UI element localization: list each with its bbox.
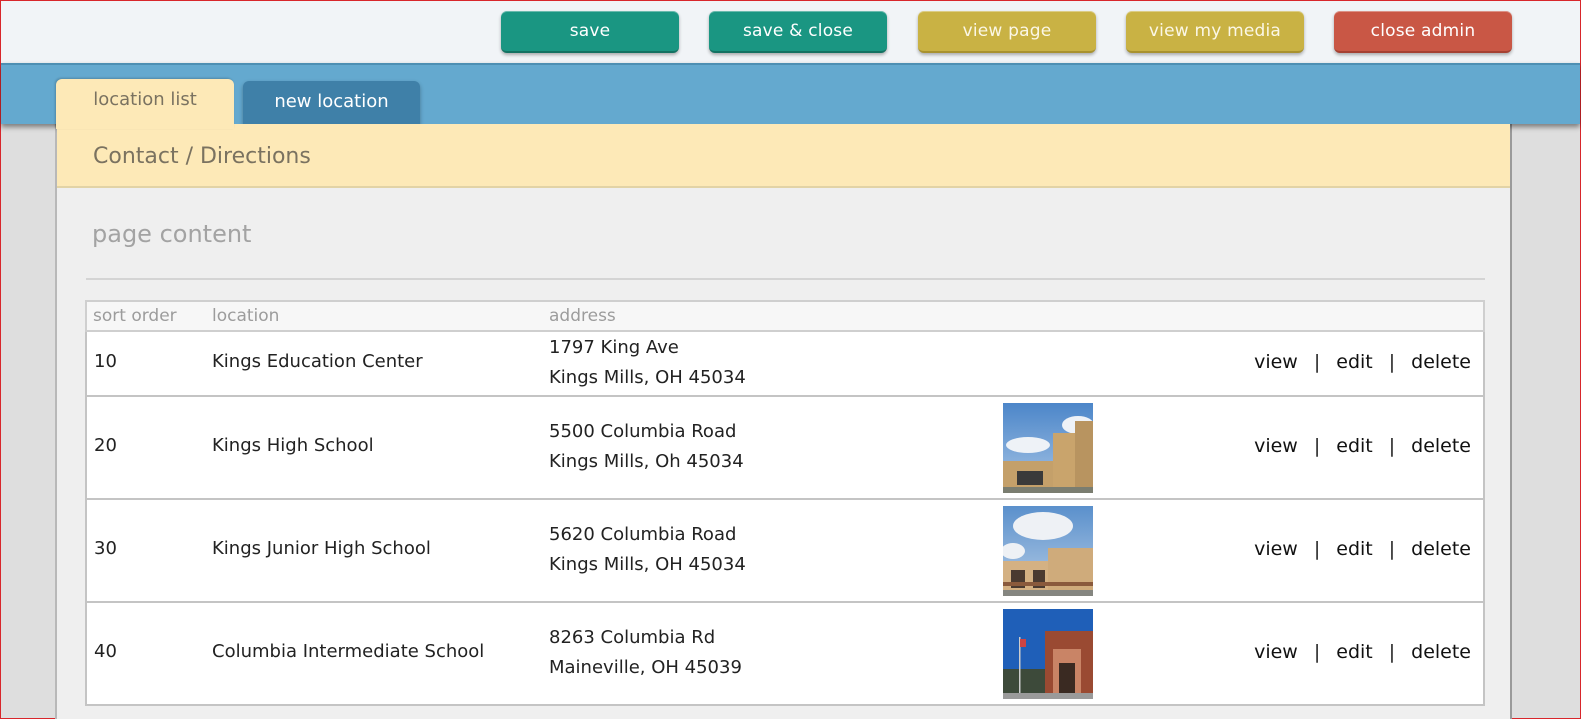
- table-row: 10 Kings Education Center 1797 King Ave …: [85, 332, 1485, 397]
- content-panel: Contact / Directions page content sort o…: [55, 124, 1512, 719]
- address-line-1: 1797 King Ave: [549, 337, 679, 358]
- admin-toolbar: save save & close view page view my medi…: [1, 1, 1580, 63]
- sort-order-cell: 10: [94, 351, 117, 372]
- address-line-2: Maineville, OH 45039: [549, 657, 742, 678]
- address-cell: 5620 Columbia Road Kings Mills, OH 45034: [549, 520, 746, 580]
- row-actions: view | edit | delete: [1254, 538, 1471, 560]
- divider: [86, 278, 1485, 280]
- delete-link[interactable]: delete: [1411, 351, 1471, 373]
- address-line-1: 8263 Columbia Rd: [549, 627, 716, 648]
- tab-new-location[interactable]: new location: [243, 81, 420, 125]
- view-link[interactable]: view: [1254, 641, 1298, 663]
- separator: |: [1313, 435, 1321, 457]
- table-row: 30 Kings Junior High School 5620 Columbi…: [85, 500, 1485, 603]
- column-header-location[interactable]: location: [212, 306, 279, 326]
- address-line-2: Kings Mills, OH 45034: [549, 554, 746, 575]
- address-line-1: 5500 Columbia Road: [549, 421, 737, 442]
- table-row: 20 Kings High School 5500 Columbia Road …: [85, 397, 1485, 500]
- view-link[interactable]: view: [1254, 435, 1298, 457]
- view-link[interactable]: view: [1254, 538, 1298, 560]
- location-thumbnail-image[interactable]: [1003, 609, 1093, 699]
- location-name-cell: Kings Education Center: [212, 351, 423, 372]
- address-line-2: Kings Mills, OH 45034: [549, 367, 746, 388]
- row-actions: view | edit | delete: [1254, 435, 1471, 457]
- sort-order-cell: 30: [94, 538, 117, 559]
- page-header: Contact / Directions: [57, 124, 1510, 188]
- delete-link[interactable]: delete: [1411, 641, 1471, 663]
- separator: |: [1313, 641, 1321, 663]
- address-cell: 1797 King Ave Kings Mills, OH 45034: [549, 333, 746, 393]
- edit-link[interactable]: edit: [1336, 641, 1372, 663]
- view-my-media-button[interactable]: view my media: [1126, 11, 1304, 53]
- tab-location-list[interactable]: location list: [56, 79, 234, 129]
- location-thumbnail-image[interactable]: [1003, 506, 1093, 596]
- location-name-cell: Kings High School: [212, 435, 374, 456]
- edit-link[interactable]: edit: [1336, 538, 1372, 560]
- row-actions: view | edit | delete: [1254, 641, 1471, 663]
- locations-table: sort order location address 10 Kings Edu…: [85, 300, 1485, 706]
- address-line-1: 5620 Columbia Road: [549, 524, 737, 545]
- location-name-cell: Columbia Intermediate School: [212, 641, 485, 662]
- view-link[interactable]: view: [1254, 351, 1298, 373]
- separator: |: [1388, 351, 1396, 373]
- separator: |: [1388, 538, 1396, 560]
- view-page-button[interactable]: view page: [918, 11, 1096, 53]
- save-button[interactable]: save: [501, 11, 679, 53]
- column-header-sort-order[interactable]: sort order: [93, 306, 177, 326]
- row-actions: view | edit | delete: [1254, 351, 1471, 373]
- edit-link[interactable]: edit: [1336, 435, 1372, 457]
- location-name-cell: Kings Junior High School: [212, 538, 431, 559]
- address-line-2: Kings Mills, Oh 45034: [549, 451, 744, 472]
- separator: |: [1388, 641, 1396, 663]
- delete-link[interactable]: delete: [1411, 435, 1471, 457]
- sort-order-cell: 20: [94, 435, 117, 456]
- location-thumbnail-image[interactable]: [1003, 403, 1093, 493]
- column-header-address[interactable]: address: [549, 306, 616, 326]
- sort-order-cell: 40: [94, 641, 117, 662]
- tab-bar: new location: [1, 63, 1580, 125]
- address-cell: 5500 Columbia Road Kings Mills, Oh 45034: [549, 417, 744, 477]
- table-header: sort order location address: [85, 300, 1485, 332]
- separator: |: [1388, 435, 1396, 457]
- close-admin-button[interactable]: close admin: [1334, 11, 1512, 53]
- edit-link[interactable]: edit: [1336, 351, 1372, 373]
- page-title: Contact / Directions: [93, 144, 311, 169]
- delete-link[interactable]: delete: [1411, 538, 1471, 560]
- table-row: 40 Columbia Intermediate School 8263 Col…: [85, 603, 1485, 706]
- save-and-close-button[interactable]: save & close: [709, 11, 887, 53]
- section-title: page content: [92, 220, 252, 248]
- separator: |: [1313, 538, 1321, 560]
- address-cell: 8263 Columbia Rd Maineville, OH 45039: [549, 623, 742, 683]
- separator: |: [1313, 351, 1321, 373]
